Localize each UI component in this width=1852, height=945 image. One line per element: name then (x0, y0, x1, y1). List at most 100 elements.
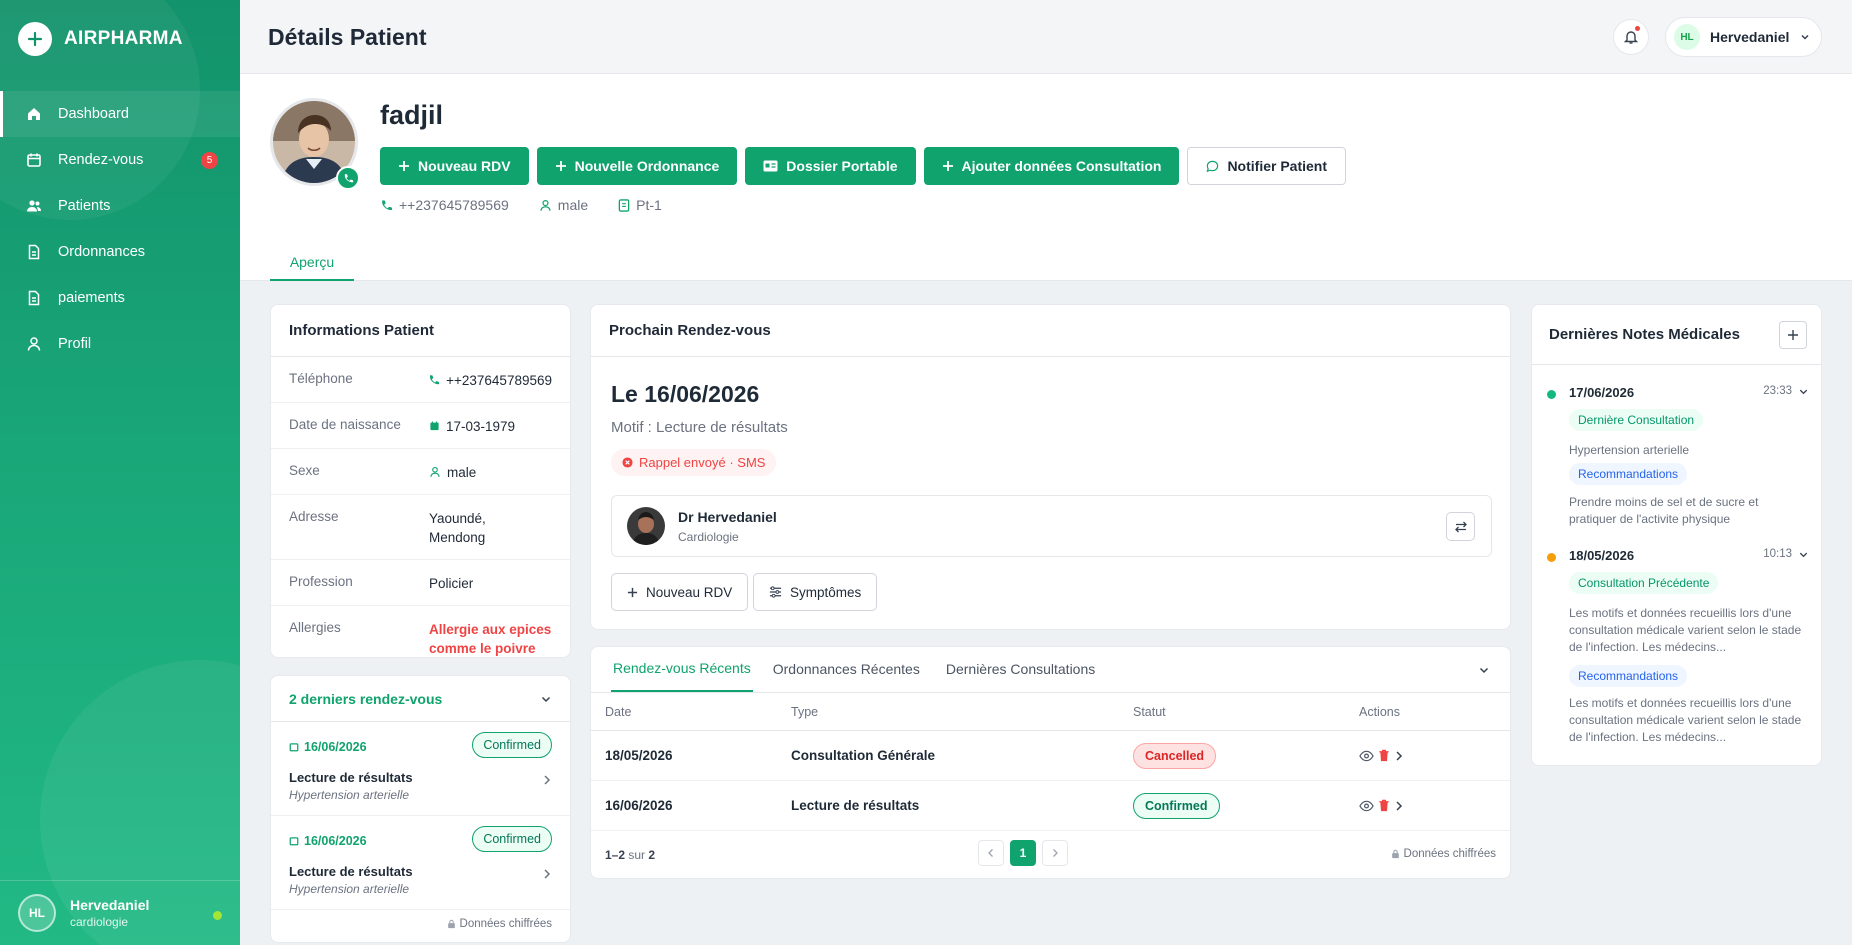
plus-icon (555, 161, 566, 171)
next-appointment-card: Prochain Rendez-vous Le 16/06/2026 Motif… (590, 304, 1511, 630)
tab-apercu[interactable]: Aperçu (270, 244, 354, 281)
encrypted-note: Données chiffrées (447, 918, 552, 930)
table-header: Date Type Statut Actions (591, 693, 1510, 731)
calendar-icon (27, 153, 41, 167)
patient-id: Pt-1 (618, 197, 662, 213)
new-prescription-button[interactable]: Nouvelle Ordonnance (536, 147, 738, 185)
button-label: Nouveau RDV (418, 158, 511, 174)
recommendation-text: Les motifs et données recueillis lors d'… (1569, 696, 1802, 744)
next-page-button[interactable] (1042, 840, 1068, 866)
note-date: 18/05/2026 (1569, 548, 1635, 563)
chevron-right-icon[interactable] (1394, 750, 1404, 762)
patient-phone: ++237645789569 (380, 197, 509, 213)
sidebar-item-label: Dashboard (58, 106, 129, 122)
button-label: Notifier Patient (1227, 158, 1328, 174)
chevron-down-icon[interactable] (1478, 664, 1490, 676)
sidebar-item-profil[interactable]: Profil (0, 321, 240, 367)
chevron-right-icon (544, 869, 551, 879)
tab-recent-prescriptions[interactable]: Ordonnances Récentes (773, 646, 920, 692)
tab-last-consultations[interactable]: Dernières Consultations (946, 646, 1095, 692)
cell-type: Consultation Générale (791, 748, 936, 763)
next-appointment-motif: Motif : Lecture de résultats (611, 419, 788, 436)
pagination-summary: 1–2 sur 2 (605, 848, 655, 862)
sidebar-user[interactable]: HL Hervedaniel cardiologie (0, 880, 240, 945)
sidebar-item-rendez-vous[interactable]: Rendez-vous 5 (0, 137, 240, 183)
page-button-current[interactable]: 1 (1010, 840, 1036, 866)
add-note-button[interactable] (1779, 320, 1807, 349)
info-row-address: Adresse Yaoundé, Mendong (271, 495, 570, 560)
encrypted-label: Données chiffrées (1403, 848, 1496, 860)
user-menu-button[interactable]: HL Hervedaniel (1665, 17, 1822, 57)
status-badge: Cancelled (1133, 742, 1217, 769)
button-label: Ajouter données Consultation (961, 158, 1162, 174)
home-icon (28, 108, 40, 120)
sidebar-item-label: Profil (58, 336, 92, 352)
new-appointment-button[interactable]: Nouveau RDV (380, 147, 529, 185)
notifications-button[interactable] (1613, 19, 1649, 55)
prev-page-button[interactable] (978, 840, 1004, 866)
calendar-icon (430, 421, 439, 431)
topbar: Détails Patient HL Hervedaniel (240, 0, 1852, 74)
list-item[interactable]: 16/06/2026 Confirmed Lecture de résultat… (271, 722, 570, 816)
users-icon (27, 200, 41, 212)
info-label: Adresse (289, 509, 339, 524)
chevron-right-icon[interactable] (1394, 800, 1404, 812)
plus-icon (399, 161, 409, 171)
symptoms-button[interactable]: Symptômes (753, 573, 878, 611)
medical-notes-card: Dernières Notes Médicales 17/06/2026 23:… (1531, 304, 1822, 766)
sidebar-item-patients[interactable]: Patients (0, 183, 240, 229)
add-consultation-data-button[interactable]: Ajouter données Consultation (923, 147, 1180, 185)
brand[interactable]: AIRPHARMA (18, 22, 183, 56)
trash-icon[interactable] (1378, 749, 1390, 762)
call-patient-button[interactable] (336, 166, 360, 190)
avatar: HL (18, 894, 56, 932)
notify-patient-button[interactable]: Notifier Patient (1187, 147, 1347, 185)
x-circle-icon (622, 457, 633, 468)
appointment-title: Lecture de résultats (289, 770, 413, 785)
info-value: ++237645789569 (446, 373, 552, 388)
sidebar: AIRPHARMA Dashboard Rendez-vous 5 Patien… (0, 0, 240, 945)
recommendations-tag: Recommandations (1569, 665, 1688, 687)
table-row: 18/05/2026 Consultation Générale Cancell… (591, 731, 1510, 781)
doctor-name: Dr Hervedaniel (678, 509, 777, 525)
chevron-right-icon (1053, 849, 1058, 857)
info-label: Profession (289, 574, 353, 589)
note-tag: Consultation Précédente (1569, 572, 1719, 594)
eye-icon[interactable] (1359, 800, 1374, 812)
user-role: cardiologie (70, 915, 129, 929)
list-item[interactable]: 16/06/2026 Confirmed Lecture de résultat… (271, 816, 570, 910)
last-appointments-header[interactable]: 2 derniers rendez-vous (271, 676, 570, 722)
sidebar-item-paiements[interactable]: paiements (0, 275, 240, 321)
encrypted-label: Données chiffrées (459, 918, 552, 930)
chevron-down-icon[interactable] (1798, 386, 1809, 397)
note-tag: Dernière Consultation (1569, 409, 1704, 431)
tab-recent-appointments[interactable]: Rendez-vous Récents (611, 646, 753, 692)
recommendation-text: Prendre moins de sel et de sucre et prat… (1569, 495, 1759, 526)
patient-sex-value: male (557, 197, 589, 213)
count-badge: 5 (201, 152, 218, 169)
portable-record-button[interactable]: Dossier Portable (745, 147, 916, 185)
brand-name: AIRPHARMA (64, 28, 183, 49)
swap-doctor-button[interactable] (1446, 512, 1475, 541)
user-icon (27, 337, 41, 351)
plus-icon (627, 587, 638, 597)
new-appointment-button[interactable]: Nouveau RDV (611, 573, 749, 611)
doctor-specialty: Cardiologie (678, 530, 739, 544)
info-label: Allergies (289, 620, 341, 635)
note-status-dot (1547, 553, 1556, 562)
eye-icon[interactable] (1359, 750, 1374, 762)
patient-actions: Nouveau RDV Nouvelle Ordonnance Dossier … (380, 147, 1347, 185)
patient-info-card: Informations Patient Téléphone ++2376457… (270, 304, 571, 658)
chevron-down-icon[interactable] (1798, 549, 1809, 560)
info-value: male (447, 465, 477, 480)
sidebar-item-ordonnances[interactable]: Ordonnances (0, 229, 240, 275)
page-sur: sur (628, 848, 646, 862)
cell-date: 16/06/2026 (605, 798, 673, 813)
avatar: HL (1674, 24, 1700, 50)
plus-logo-icon (18, 22, 52, 56)
sidebar-item-dashboard[interactable]: Dashboard (0, 91, 240, 137)
user-name: Hervedaniel (1710, 29, 1790, 45)
trash-icon[interactable] (1378, 799, 1390, 812)
column-header: Statut (1133, 704, 1166, 719)
online-status-dot (213, 911, 222, 920)
